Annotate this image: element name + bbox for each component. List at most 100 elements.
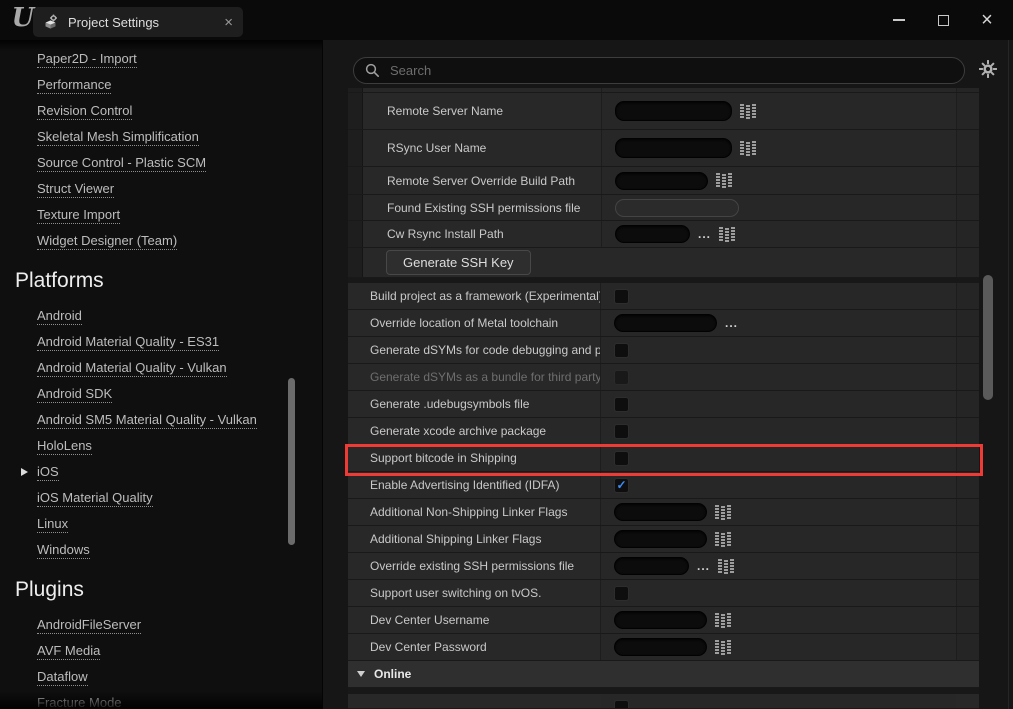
maximize-icon <box>938 15 949 26</box>
rsync-user-name-field[interactable] <box>615 138 732 158</box>
sidebar-item-texture-import[interactable]: Texture Import <box>37 202 322 228</box>
category-header-online[interactable]: Online <box>348 661 979 688</box>
array-grid-icon[interactable] <box>716 173 733 188</box>
sidebar-item-ios-selected[interactable]: iOS <box>37 459 322 485</box>
settings-gear-icon[interactable] <box>978 59 998 79</box>
checkbox-unchecked[interactable] <box>614 289 629 304</box>
close-icon: × <box>981 10 993 30</box>
ellipsis-browse-button[interactable]: ... <box>698 229 711 239</box>
sidebar-item-source-control-plastic-scm[interactable]: Source Control - Plastic SCM <box>37 150 322 176</box>
row-cw-rsync-install-path: Cw Rsync Install Path ... <box>348 221 979 248</box>
sidebar-item-android-mq-vulkan[interactable]: Android Material Quality - Vulkan <box>37 355 322 381</box>
reset-column <box>956 130 979 166</box>
row-dev-center-username: Dev Center Username <box>348 607 979 634</box>
checkbox-unchecked[interactable] <box>614 343 629 358</box>
setting-label: Support bitcode in Shipping <box>370 451 517 465</box>
setting-label: Remote Server Name <box>387 104 503 118</box>
reset-column <box>956 248 979 277</box>
setting-label: Found Existing SSH permissions file <box>387 201 580 215</box>
reset-column <box>956 337 979 363</box>
sidebar-item-widget-designer[interactable]: Widget Designer (Team) <box>37 228 322 254</box>
dev-center-username-field[interactable] <box>614 611 707 629</box>
array-grid-icon[interactable] <box>715 613 732 628</box>
array-grid-icon[interactable] <box>715 505 732 520</box>
sidebar-scrollbar[interactable] <box>288 378 295 545</box>
shipping-linker-flags-field[interactable] <box>614 530 707 548</box>
cw-rsync-install-path-field[interactable] <box>615 225 690 243</box>
array-grid-icon[interactable] <box>715 532 732 547</box>
row-override-existing-ssh-permissions: Override existing SSH permissions file .… <box>348 553 979 580</box>
reset-column <box>956 221 979 247</box>
tab-project-settings[interactable]: Project Settings × <box>33 7 243 37</box>
panel-right-divider <box>1008 40 1009 709</box>
checkbox-checked[interactable]: ✓ <box>614 478 629 493</box>
reset-column <box>956 553 979 579</box>
sidebar-item-linux[interactable]: Linux <box>37 511 322 537</box>
metal-toolchain-field[interactable] <box>614 314 717 332</box>
dev-center-password-field[interactable] <box>614 638 707 656</box>
reset-column <box>956 195 979 220</box>
sidebar-item-windows[interactable]: Windows <box>37 537 322 563</box>
array-grid-icon[interactable] <box>718 559 735 574</box>
override-ssh-permissions-field[interactable] <box>614 557 689 575</box>
sidebar-item-ios-material-quality[interactable]: iOS Material Quality <box>37 485 322 511</box>
partial-row-bottom <box>348 694 979 709</box>
close-button[interactable]: × <box>965 0 1009 40</box>
row-enable-advertising-idfa: Enable Advertising Identified (IDFA) ✓ <box>348 472 979 499</box>
sidebar-item-android[interactable]: Android <box>37 303 322 329</box>
row-generate-dsyms-code-debugging: Generate dSYMs for code debugging and pr… <box>348 337 979 364</box>
search-bar[interactable] <box>353 57 965 84</box>
setting-label: Dev Center Username <box>370 613 489 627</box>
checkbox-unchecked[interactable] <box>614 451 629 466</box>
row-dev-center-password: Dev Center Password <box>348 634 979 661</box>
sidebar-item-avf-media[interactable]: AVF Media <box>37 638 322 664</box>
minimize-button[interactable] <box>877 0 921 40</box>
indent-gutter <box>348 221 363 247</box>
sidebar-item-dataflow[interactable]: Dataflow <box>37 664 322 690</box>
sidebar-item-struct-viewer[interactable]: Struct Viewer <box>37 176 322 202</box>
sidebar-item-android-mq-es31[interactable]: Android Material Quality - ES31 <box>37 329 322 355</box>
checkbox-unchecked[interactable] <box>614 424 629 439</box>
section-header-platforms: Platforms <box>15 267 322 294</box>
checkbox-unchecked[interactable] <box>614 586 629 601</box>
checkbox-disabled <box>614 370 629 385</box>
settings-scrollbar[interactable] <box>983 275 993 400</box>
reset-column <box>956 472 979 498</box>
checkbox-unchecked[interactable] <box>614 700 629 709</box>
setting-label: Additional Non-Shipping Linker Flags <box>370 505 567 519</box>
array-grid-icon[interactable] <box>740 104 757 119</box>
tab-close-icon[interactable]: × <box>224 15 233 30</box>
setting-label: RSync User Name <box>387 141 486 155</box>
collapse-arrow-icon <box>357 671 365 677</box>
array-grid-icon[interactable] <box>719 227 736 242</box>
settings-table: Remote Server Name RSync User Name <box>348 88 979 709</box>
sidebar-item-androidfileserver[interactable]: AndroidFileServer <box>37 612 322 638</box>
checkbox-unchecked[interactable] <box>614 397 629 412</box>
sidebar-item-fracture-mode[interactable]: Fracture Mode <box>37 690 322 709</box>
ellipsis-browse-button[interactable]: ... <box>697 561 710 571</box>
maximize-button[interactable] <box>921 0 965 40</box>
reset-column <box>956 391 979 417</box>
array-grid-icon[interactable] <box>740 141 757 156</box>
sidebar-item-performance[interactable]: Performance <box>37 72 322 98</box>
sidebar-item-android-sm5-mq-vulkan[interactable]: Android SM5 Material Quality - Vulkan <box>37 407 322 433</box>
setting-label: Additional Shipping Linker Flags <box>370 532 541 546</box>
sidebar-item-skeletal-mesh-simplification[interactable]: Skeletal Mesh Simplification <box>37 124 322 150</box>
sidebar-item-paper2d-import[interactable]: Paper2D - Import <box>37 46 322 72</box>
sidebar-item-revision-control[interactable]: Revision Control <box>37 98 322 124</box>
generate-ssh-key-button[interactable]: Generate SSH Key <box>386 250 531 275</box>
titlebar: U Project Settings × × <box>0 0 1013 41</box>
remote-server-name-field[interactable] <box>615 101 732 121</box>
non-shipping-linker-flags-field[interactable] <box>614 503 707 521</box>
row-found-existing-ssh-permissions-file: Found Existing SSH permissions file <box>348 195 979 221</box>
setting-label: Override existing SSH permissions file <box>370 559 574 573</box>
row-remote-server-override-build-path: Remote Server Override Build Path <box>348 167 979 195</box>
search-input[interactable] <box>388 62 953 79</box>
override-build-path-field[interactable] <box>615 172 708 190</box>
ellipsis-browse-button[interactable]: ... <box>725 318 738 328</box>
sidebar-item-android-sdk[interactable]: Android SDK <box>37 381 322 407</box>
sidebar-item-hololens[interactable]: HoloLens <box>37 433 322 459</box>
setting-label: Generate xcode archive package <box>370 424 546 438</box>
array-grid-icon[interactable] <box>715 640 732 655</box>
reset-column <box>956 88 979 92</box>
